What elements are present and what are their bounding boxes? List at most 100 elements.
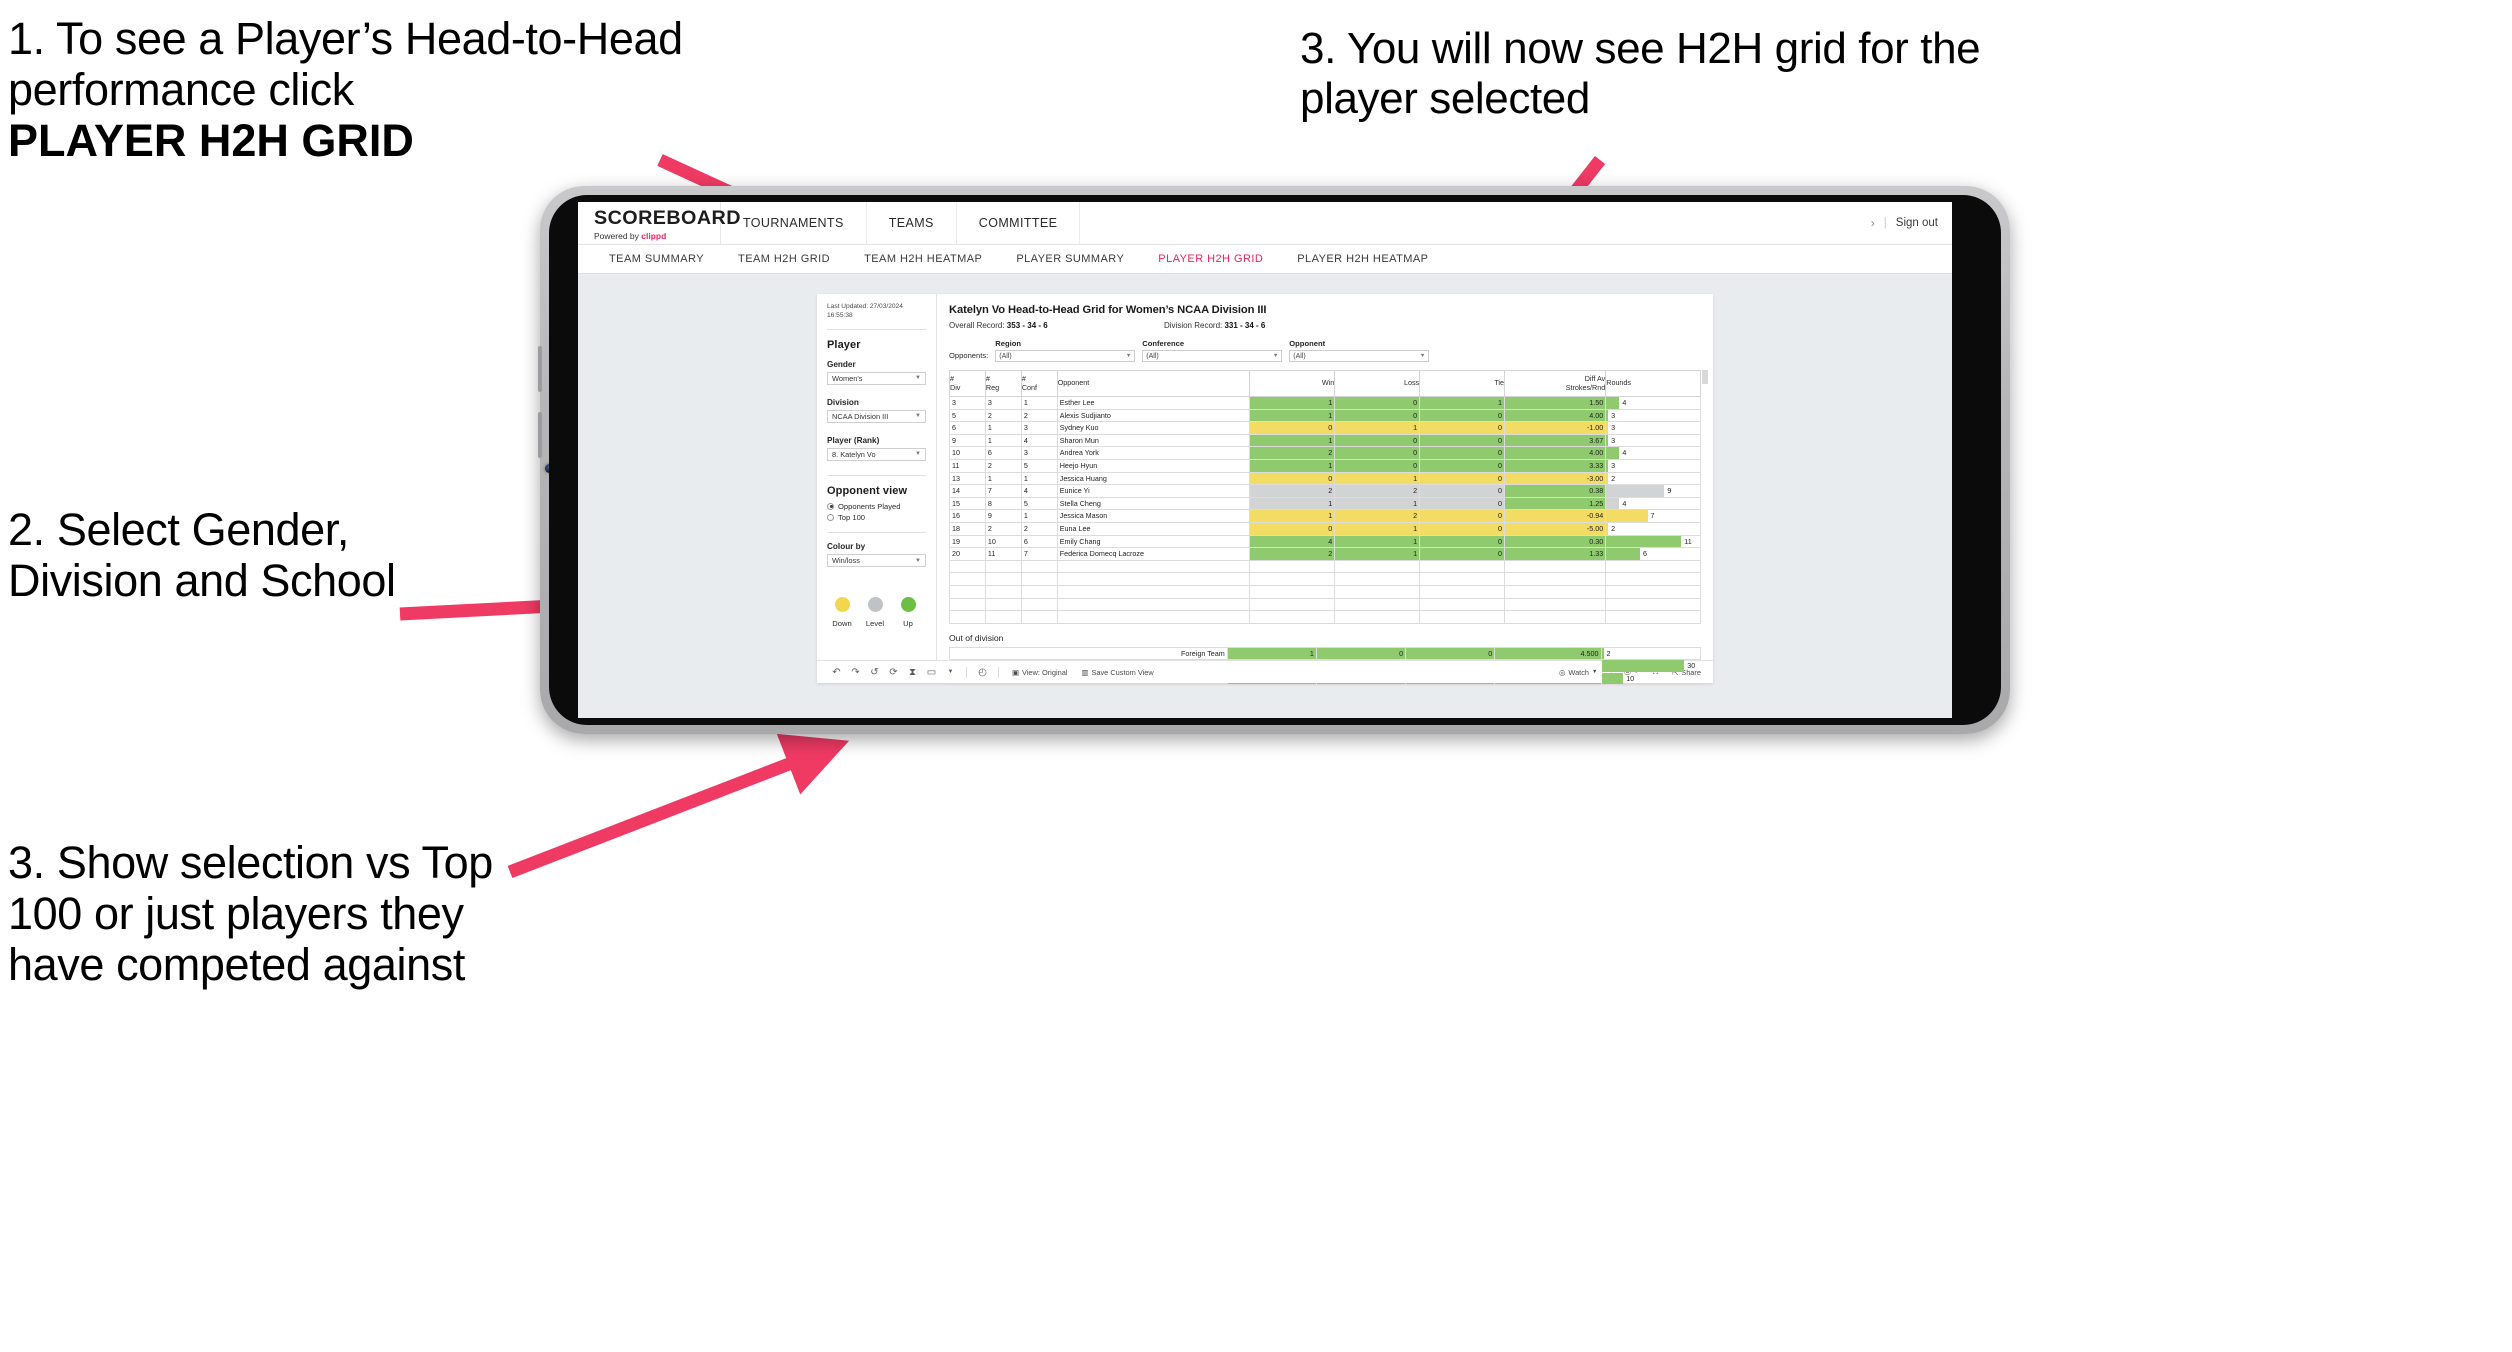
col-conf[interactable]: # Conf [1020, 370, 1058, 397]
cell-empty [1334, 559, 1421, 574]
brand-tagline: Powered by clippd [594, 231, 720, 241]
table-row[interactable]: 19 10 6 Emily Chang 4 1 0 0.30 11 [949, 534, 1701, 549]
col-diff-av-strokes[interactable]: Diff Av Strokes/Rnd [1504, 370, 1607, 397]
table-row[interactable]: 15 8 5 Stella Cheng 1 1 0 1.25 4 [949, 496, 1701, 511]
cell-opponent: Sydney Kuo [1056, 421, 1251, 435]
cell-empty [984, 597, 1022, 612]
filter-sidebar: Last Updated: 27/03/2024 16:55:38 Player… [817, 294, 937, 660]
cell-win: 2 [1249, 484, 1336, 498]
revert-icon[interactable]: ↺ [865, 667, 884, 678]
table-row[interactable]: 18 2 2 Euna Lee 0 1 0 -5.00 2 [949, 521, 1701, 536]
col-rounds[interactable]: Rounds [1605, 370, 1701, 397]
rounds-bar [1606, 535, 1682, 548]
cell-empty [1056, 597, 1251, 612]
radio-top-100[interactable]: Top 100 [827, 513, 926, 522]
refresh-icon[interactable]: ⟳ [884, 667, 903, 678]
col-reg[interactable]: # Reg [984, 370, 1022, 397]
out-of-division-row[interactable]: Foreign Team 1 0 0 4.500 2 [949, 646, 1702, 661]
cell-diff: 4.00 [1504, 408, 1607, 423]
table-row[interactable]: 10 6 3 Andrea York 2 0 0 4.00 4 [949, 446, 1701, 460]
table-row[interactable]: 14 7 4 Eunice Yi 2 2 0 0.38 9 [949, 484, 1701, 498]
region-filter-select[interactable]: (All) ▼ [995, 350, 1136, 362]
nav-item-teams[interactable]: TEAMS [867, 202, 957, 245]
rectangle-select-icon[interactable]: ▭ [922, 667, 941, 678]
cell-rounds: 6 [1605, 547, 1701, 561]
app-header: SCOREBOARD Powered by clippd TOURNAMENTS… [578, 202, 1952, 245]
gender-select[interactable]: Women's ▼ [827, 371, 926, 385]
tab-player-summary[interactable]: PLAYER SUMMARY [999, 245, 1141, 274]
region-filter-value: (All) [999, 352, 1012, 360]
brand-tagline-prefix: Powered by [594, 231, 642, 241]
cell-diff: 1.33 [1504, 547, 1607, 561]
chevron-down-icon[interactable]: ▼ [941, 669, 960, 675]
overall-record: Overall Record: 353 - 34 - 6 [949, 321, 1164, 330]
opponent-filter-select[interactable]: (All) ▼ [1289, 350, 1430, 362]
save-custom-view-button[interactable]: ▥ Save Custom View [1074, 668, 1160, 677]
table-row[interactable]: 3 3 1 Esther Lee 1 0 1 1.50 4 [949, 396, 1701, 410]
cell-conf: 2 [1020, 408, 1058, 423]
chevron-down-icon: ▼ [915, 451, 921, 458]
conference-filter-select[interactable]: (All) ▼ [1142, 350, 1283, 362]
cell-empty [1419, 610, 1506, 624]
tab-team-h2h-grid[interactable]: TEAM H2H GRID [721, 245, 847, 274]
cell-reg: 6 [984, 446, 1022, 460]
tab-player-h2h-grid[interactable]: PLAYER H2H GRID [1141, 245, 1280, 274]
overall-record-value: 353 - 34 - 6 [1006, 321, 1048, 330]
col-opponent[interactable]: Opponent [1056, 370, 1251, 397]
col-loss[interactable]: Loss [1334, 370, 1421, 397]
ood-rounds: 30 [1600, 659, 1702, 673]
table-row[interactable]: 6 1 3 Sydney Kuo 0 1 0 -1.00 3 [949, 421, 1701, 435]
col-tie[interactable]: Tie [1419, 370, 1506, 397]
radio-selected-icon [827, 502, 834, 510]
division-record-value: 331 - 34 - 6 [1224, 321, 1266, 330]
chevron-down-icon: ▼ [915, 413, 921, 420]
tablet-volume-down-button[interactable] [538, 412, 542, 458]
table-row[interactable]: 16 9 1 Jessica Mason 1 2 0 -0.94 7 [949, 509, 1701, 523]
cell-tie: 0 [1419, 534, 1506, 549]
cell-empty [1504, 584, 1607, 599]
out-of-division-title: Out of division [949, 632, 1004, 643]
cell-div: 14 [949, 484, 986, 498]
cell-reg: 7 [984, 484, 1022, 498]
table-row[interactable]: 9 1 4 Sharon Mun 1 0 0 3.67 3 [949, 433, 1701, 448]
cell-empty [949, 610, 986, 624]
table-row-empty [949, 572, 1701, 586]
cell-opponent: Euna Lee [1056, 521, 1251, 536]
cell-reg: 2 [984, 458, 1022, 473]
pause-icon[interactable]: ⧗ [903, 667, 922, 678]
alerts-icon[interactable]: ◴ [973, 667, 992, 678]
nav-item-tournaments[interactable]: TOURNAMENTS [721, 202, 867, 245]
player-rank-select[interactable]: 8. Katelyn Vo ▼ [827, 447, 926, 461]
redo-icon[interactable]: ↷ [846, 667, 865, 678]
ood-rounds: 2 [1600, 646, 1702, 661]
tab-team-summary[interactable]: TEAM SUMMARY [592, 245, 721, 274]
division-select[interactable]: NCAA Division III ▼ [827, 409, 926, 423]
tab-team-h2h-heatmap[interactable]: TEAM H2H HEATMAP [847, 245, 999, 274]
rounds-value: 10 [1626, 673, 1635, 683]
tab-player-h2h-heatmap[interactable]: PLAYER H2H HEATMAP [1280, 245, 1445, 274]
col-win[interactable]: Win [1249, 370, 1336, 397]
table-row[interactable]: 13 1 1 Jessica Huang 0 1 0 -3.00 2 [949, 471, 1701, 486]
brand-logo[interactable]: SCOREBOARD Powered by clippd [578, 202, 740, 244]
undo-icon[interactable]: ↶ [827, 667, 846, 678]
cell-loss: 1 [1334, 496, 1421, 511]
table-row[interactable]: 5 2 2 Alexis Sudjianto 1 0 0 4.00 3 [949, 408, 1701, 423]
chevron-right-icon[interactable]: › [1871, 216, 1875, 230]
watch-button[interactable]: ◎ Watch ▼ [1552, 668, 1605, 677]
colour-by-select[interactable]: Win/loss ▼ [827, 554, 926, 568]
table-row[interactable]: 20 11 7 Federica Domecq Lacroze 2 1 0 1.33 6 [949, 547, 1701, 561]
view-original-button[interactable]: ▣ View: Original [1005, 668, 1074, 677]
col-div[interactable]: # Div [949, 370, 986, 397]
table-scrollbar-thumb[interactable] [1702, 370, 1708, 384]
rounds-value: 3 [1611, 423, 1616, 433]
nav-item-committee[interactable]: COMMITTEE [957, 202, 1081, 245]
watch-icon: ◎ [1558, 667, 1566, 677]
cell-loss: 0 [1334, 458, 1421, 473]
cell-tie: 0 [1419, 433, 1506, 448]
cell-conf: 3 [1020, 421, 1058, 435]
sign-out-link[interactable]: Sign out [1896, 217, 1938, 229]
tablet-volume-up-button[interactable] [538, 346, 542, 392]
region-filter-label: Region [995, 339, 1021, 348]
table-row[interactable]: 11 2 5 Heejo Hyun 1 0 0 3.33 3 [949, 458, 1701, 473]
radio-opponents-played[interactable]: Opponents Played [827, 502, 926, 511]
